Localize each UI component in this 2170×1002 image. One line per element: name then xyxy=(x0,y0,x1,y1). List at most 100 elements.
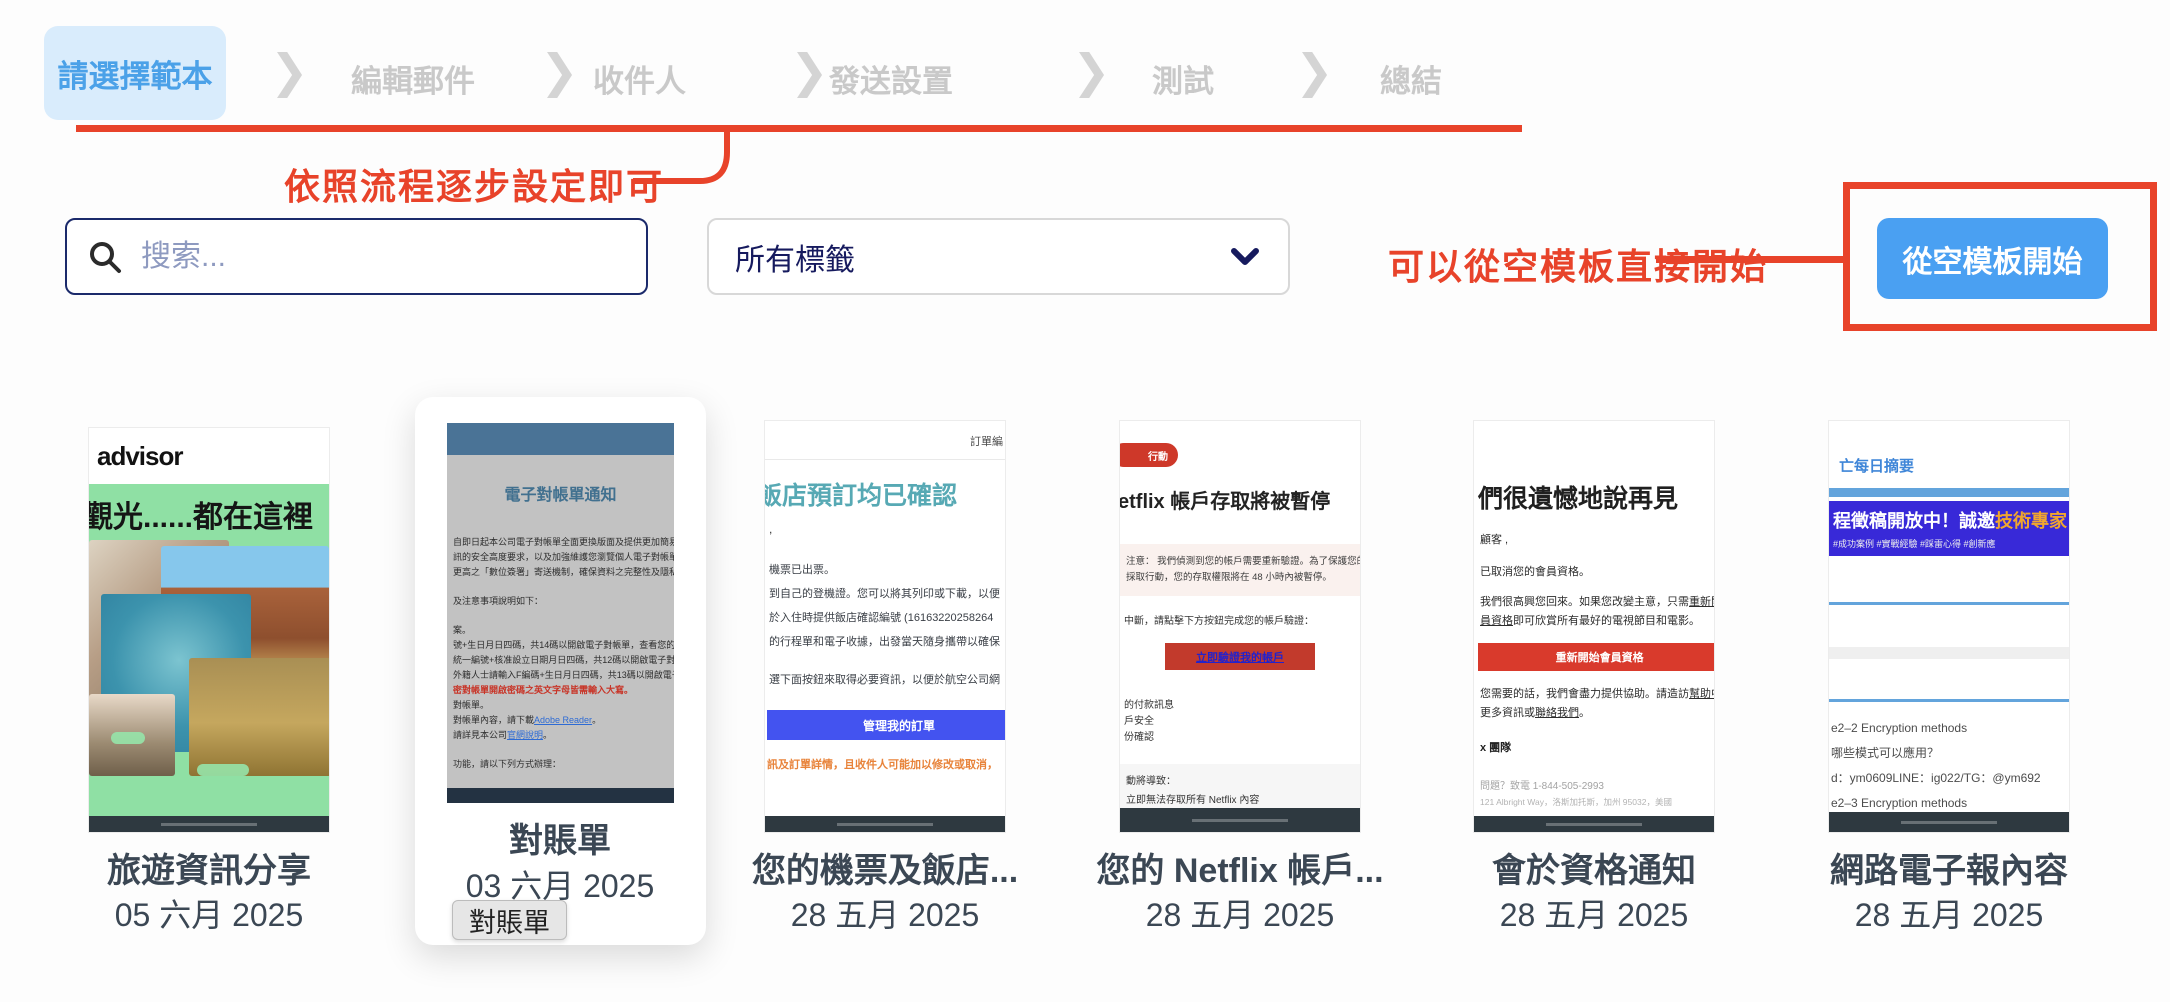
template-title[interactable]: 您的 Netflix 帳戶... xyxy=(1070,843,1410,892)
step-test[interactable]: 測試 xyxy=(1152,56,1214,101)
thumb-line: 統一編號+核准設立日期月日四碼，共12碼以開啟電子對帳 xyxy=(453,653,674,668)
template-picker-page: 請選擇範本 ❯ 編輯郵件 ❯ 收件人 ❯ 發送設置 ❯ 測試 ❯ 總結 依照流程… xyxy=(0,0,2170,1002)
tag-filter-value: 所有標籤 xyxy=(735,235,855,279)
template-thumbnail-newsletter[interactable]: 亡每日摘要 程徵稿開放中！誠邀技術專家 #成功案例 #實戰經驗 #踩雷心得 #創… xyxy=(1828,420,2070,833)
website-help-link: 官網說明 xyxy=(507,730,543,740)
thumb-line: 我們很高興您回來。如果您改變主意，只需重新開 員資格即可欣賞所有最好的電視節目和… xyxy=(1480,593,1714,631)
template-date: 28 五月 2025 xyxy=(1070,890,1410,936)
thumb-line: 的行程單和電子收據，出發當天隨身攜帶以確保 xyxy=(769,630,1005,654)
manage-order-button: 管理我的訂單 xyxy=(767,710,1006,740)
divider xyxy=(765,459,1005,460)
template-thumbnail-statement[interactable]: 電子對帳單通知 自即日起本公司電子對帳單全面更換版面及提供更加簡易的 訊的安全高… xyxy=(447,423,674,803)
thumb-line: 於入住時提供飯店確認編號 (16163220258264 xyxy=(769,606,1005,630)
thumb-footer-bar xyxy=(1829,812,2069,832)
thumb-line: 更高之「數位簽署」寄送機制，確保資料之完整性及隱私性 xyxy=(453,565,674,580)
thumb-notice-line: 訊及訂單詳情，且收件人可能加以修改或取消， xyxy=(765,756,1005,772)
tag-filter-dropdown[interactable]: 所有標籤 xyxy=(707,218,1290,295)
photo-tag-pill xyxy=(197,764,249,776)
thumb-footer-bar xyxy=(1120,808,1360,832)
template-date: 28 五月 2025 xyxy=(715,890,1055,936)
thumb-line: 戶安全 xyxy=(1124,714,1360,730)
step-summary[interactable]: 總結 xyxy=(1380,56,1442,101)
thumb-line: 的付款訊息 xyxy=(1124,698,1360,714)
thumb-line: 及注意事項說明如下： xyxy=(453,594,674,609)
thumb-footer-bar xyxy=(447,788,674,803)
divider xyxy=(1829,699,2069,702)
daily-digest-link: 亡每日摘要 xyxy=(1839,455,2069,476)
tripadvisor-logo: advisor xyxy=(89,428,329,484)
thumb-line: 動將導致： xyxy=(1126,772,1356,791)
photo-collage xyxy=(89,536,329,776)
restart-membership-button: 重新開始會員資格 xyxy=(1478,643,1715,671)
action-badge: 行動 xyxy=(1119,443,1178,467)
thumb-footer-bar xyxy=(765,816,1005,832)
chevron-right-icon: ❯ xyxy=(1295,44,1334,98)
thumb-line: 您需要的話，我們會盡力提供協助。請造訪幫助中 更多資訊或聯絡我們。 xyxy=(1480,685,1714,723)
thumb-warning-line: 密對帳單開啟密碼之英文字母皆需輸入大寫。 xyxy=(453,683,674,698)
thumb-line: 自即日起本公司電子對帳單全面更換版面及提供更加簡易的 xyxy=(453,535,674,550)
thumb-line: 對帳單。 xyxy=(453,698,674,713)
template-title[interactable]: 您的機票及飯店... xyxy=(715,843,1055,892)
call-for-papers-banner: 程徵稿開放中！誠邀技術專家 #成功案例 #實戰經驗 #踩雷心得 #創新應 xyxy=(1829,501,2069,556)
chevron-right-icon: ❯ xyxy=(540,44,579,98)
photo-lion xyxy=(189,658,329,776)
chevron-right-icon: ❯ xyxy=(1072,44,1111,98)
thumb-heading: etflix 帳戶存取將被暫停 xyxy=(1119,485,1360,514)
thumb-line: 選下面按鈕來取得必要資訊，以便於航空公司網 xyxy=(769,668,1005,692)
template-tooltip: 對賬單 xyxy=(452,900,567,940)
annotation-underline xyxy=(76,125,1522,132)
thumb-heading: 觀光......都在這裡 xyxy=(89,492,329,536)
template-thumbnail-travel[interactable]: advisor 觀光......都在這裡 旅程更精彩，而且我們有數以千計 旅程更… xyxy=(88,427,330,833)
thumb-line: 功能，請以下列方式辦理： xyxy=(453,757,674,772)
thumb-heading: 飯店預訂均已確認 xyxy=(764,476,1005,512)
thumb-heading: 電子對帳單通知 xyxy=(447,481,674,505)
thumb-heading: 們很遺憾地說再見 xyxy=(1478,479,1714,515)
template-title[interactable]: 對賬單 xyxy=(390,813,730,862)
thumb-line: 中斷，請點擊下方按鈕完成您的帳戶驗證： xyxy=(1120,612,1360,627)
template-title[interactable]: 會於資格通知 xyxy=(1424,843,1764,892)
divider xyxy=(1829,602,2069,605)
step-edit-email[interactable]: 編輯郵件 xyxy=(351,56,475,101)
start-blank-template-button[interactable]: 從空模板開始 xyxy=(1877,218,2108,299)
thumb-line: 外籍人士請輸入F編碼+生日月日四碼，共13碼以開啟電子 xyxy=(453,668,674,683)
thumb-header-bar xyxy=(447,423,674,455)
thumb-line: 採取行動，您的存取權限將在 48 小時內被暫停。 xyxy=(1126,570,1356,586)
template-thumbnail-netflix-suspend[interactable]: 行動 etflix 帳戶存取將被暫停 注意： 我們偵測到您的帳戶需要重新驗證。為… xyxy=(1119,420,1361,833)
thumb-line: 機票已出票。 xyxy=(769,558,1005,582)
template-thumbnail-booking[interactable]: 訂單編 飯店預訂均已確認 , 機票已出票。 到自己的登機證。您可以將其列印或下載… xyxy=(764,420,1006,833)
adobe-reader-link: Adobe Reader xyxy=(534,715,592,725)
thumb-line: 號+生日月日四碼，共14碼以開啟電子對帳單，查看您的 xyxy=(453,638,674,653)
photo-tag-pill xyxy=(111,732,145,744)
verify-account-button: 立即驗證我的帳戶 xyxy=(1165,643,1315,670)
annotation-pointer-line xyxy=(1656,256,1846,263)
thumb-line: 對帳單內容，請下載Adobe Reader。 xyxy=(453,713,674,728)
thumb-line: 份確認 xyxy=(1124,730,1360,746)
template-date: 28 五月 2025 xyxy=(1779,890,2119,936)
thumb-signature: x 團隊 xyxy=(1480,739,1714,755)
search-box xyxy=(65,218,648,295)
template-title[interactable]: 旅遊資訊分享 xyxy=(39,843,379,892)
thumb-line: 請詳見本公司官網說明。 xyxy=(453,728,674,743)
hashtags: #成功案例 #實戰經驗 #踩雷心得 #創新應 xyxy=(1833,537,2069,550)
search-input[interactable] xyxy=(141,240,626,274)
thumb-line: d：ym0609LINE：ig022/TG：@ym692 xyxy=(1831,766,2069,791)
thumb-line: 訊的安全高度要求，以及加強維護您瀏覽個人電子對帳單資 xyxy=(453,550,674,565)
thumb-line: 哪些模式可以應用？ xyxy=(1831,741,2069,766)
chevron-down-icon xyxy=(1228,245,1262,269)
template-title[interactable]: 網路電子報內容 xyxy=(1779,843,2119,892)
divider xyxy=(1829,647,2069,659)
chevron-right-icon: ❯ xyxy=(790,44,829,98)
annotation-blank-hint: 可以從空模板直接開始 xyxy=(1388,238,1768,290)
thumb-line: 顧客 , xyxy=(1480,531,1714,547)
template-date: 28 五月 2025 xyxy=(1424,890,1764,936)
divider-bar xyxy=(1829,488,2069,497)
annotation-flow-hint: 依照流程逐步設定即可 xyxy=(284,158,664,210)
template-thumbnail-membership[interactable]: 們很遺憾地說再見 顧客 , 已取消您的會員資格。 我們很高興您回來。如果您改變主… xyxy=(1473,420,1715,833)
thumb-line: 案。 xyxy=(453,623,674,638)
thumb-order-number: 訂單編 xyxy=(765,433,1003,449)
thumb-line: 已取消您的會員資格。 xyxy=(1480,563,1714,579)
step-send-settings[interactable]: 發送設置 xyxy=(829,56,953,101)
thumb-line: 注意： 我們偵測到您的帳戶需要重新驗證。為了保護您的帳戶安 xyxy=(1126,554,1356,570)
step-select-template[interactable]: 請選擇範本 xyxy=(44,26,226,120)
step-recipients[interactable]: 收件人 xyxy=(593,56,686,101)
